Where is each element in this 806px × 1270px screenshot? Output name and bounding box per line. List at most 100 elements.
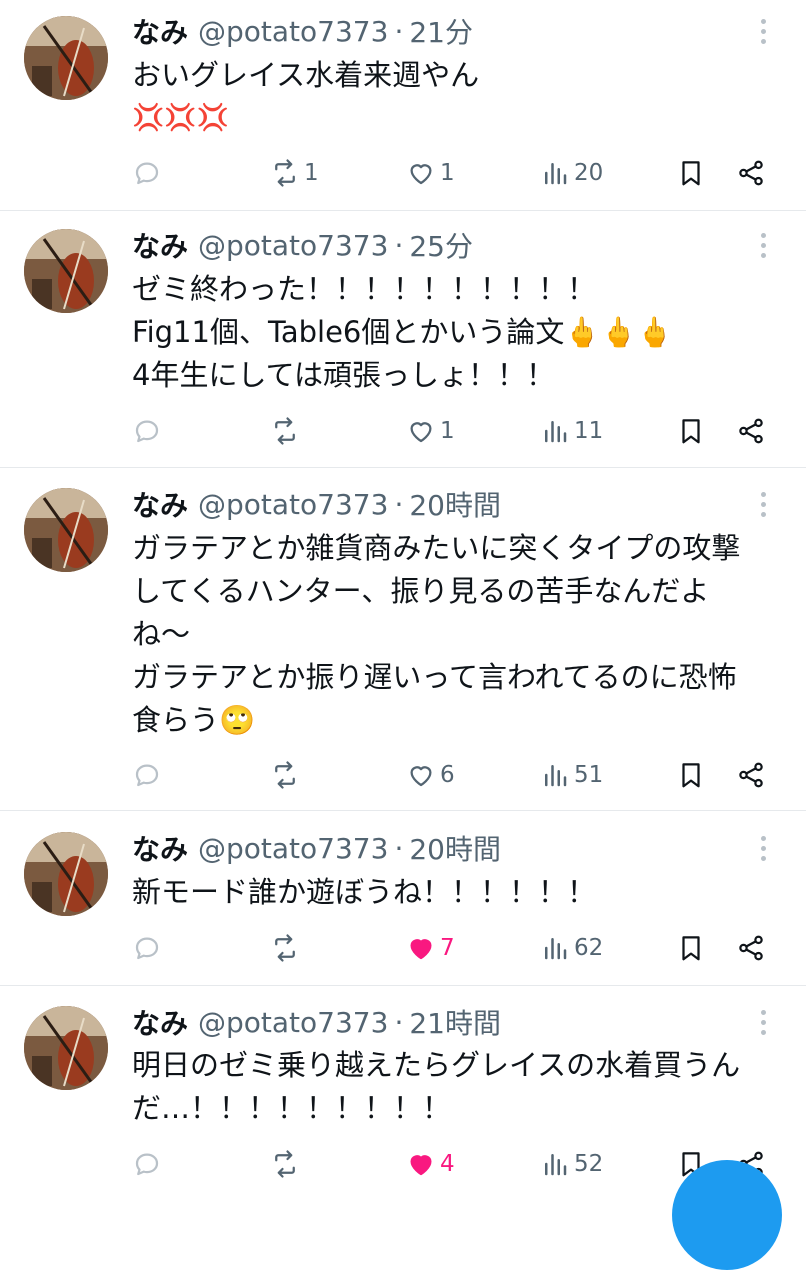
heart-icon	[410, 164, 432, 185]
heart-icon	[410, 1155, 432, 1176]
timestamp[interactable]: 21時間	[409, 1002, 501, 1042]
tweet-text-line: 新モード誰か遊ぼうね！！！！！！	[132, 875, 597, 909]
tweet[interactable]: なみ @potato7373 · 20時間 新モード誰か遊ぼうね！！！！！！ 7	[0, 811, 806, 984]
tweet-text-line: ね〜	[132, 617, 191, 651]
tweet-text-line: 食らう🙄	[132, 703, 256, 737]
tweet-text: おいグレイス水着来週やん 💢💢💢	[132, 54, 772, 140]
retweet-button[interactable]	[270, 411, 304, 451]
tweet[interactable]: なみ @potato7373 · 21分 おいグレイス水着来週やん 💢💢💢 1 …	[0, 0, 806, 210]
reply-button[interactable]	[132, 755, 162, 795]
tweet-text-line: ガラテアとか雑貨商みたいに突くタイプの攻撃	[132, 531, 741, 565]
timestamp[interactable]: 21分	[409, 11, 473, 51]
reply-button[interactable]	[132, 1144, 162, 1184]
reply-button[interactable]	[132, 928, 162, 968]
like-button[interactable]: 1	[406, 411, 455, 451]
like-count: 6	[440, 762, 455, 788]
reply-button[interactable]	[132, 411, 162, 451]
tweet-actions: 1 11	[0, 411, 806, 451]
retweet-icon	[275, 417, 295, 445]
heart-icon	[410, 939, 432, 960]
tweet[interactable]: なみ @potato7373 · 25分 ゼミ終わった！！！！！！！！！！ Fi…	[0, 211, 806, 467]
retweet-button[interactable]	[270, 928, 304, 968]
avatar[interactable]	[24, 832, 108, 916]
share-icon	[739, 935, 763, 961]
bookmark-icon	[682, 419, 700, 444]
share-button[interactable]	[736, 153, 766, 193]
avatar-image	[24, 16, 108, 100]
views-icon	[545, 765, 567, 787]
bookmark-icon	[682, 763, 700, 788]
views-button[interactable]: 62	[540, 928, 603, 968]
more-icon[interactable]	[752, 830, 774, 866]
avatar-image	[24, 229, 108, 313]
more-icon[interactable]	[752, 1004, 774, 1040]
like-button[interactable]: 6	[406, 755, 455, 795]
tweet[interactable]: なみ @potato7373 · 21時間 明日のゼミ乗り越えたらグレイスの水着…	[0, 986, 806, 1200]
timestamp[interactable]: 20時間	[409, 828, 501, 868]
tweet-actions: 1 1 20	[0, 153, 806, 193]
tweet[interactable]: なみ @potato7373 · 20時間 ガラテアとか雑貨商みたいに突くタイプ…	[0, 468, 806, 810]
author-name[interactable]: なみ	[132, 11, 188, 51]
author-handle[interactable]: @potato7373	[198, 15, 388, 48]
reply-icon	[135, 1153, 159, 1176]
bookmark-button[interactable]	[676, 411, 706, 451]
bookmark-button[interactable]	[676, 153, 706, 193]
views-button[interactable]: 52	[540, 1144, 603, 1184]
author-handle[interactable]: @potato7373	[198, 1006, 388, 1039]
retweet-button[interactable]: 1	[270, 153, 319, 193]
share-button[interactable]	[736, 928, 766, 968]
views-icon	[545, 1154, 567, 1176]
tweet-text: ガラテアとか雑貨商みたいに突くタイプの攻撃 してくるハンター、振り見るの苦手なん…	[132, 527, 772, 742]
views-button[interactable]: 51	[540, 755, 603, 795]
share-icon	[739, 160, 763, 186]
author-name[interactable]: なみ	[132, 484, 188, 524]
like-button[interactable]: 7	[406, 928, 455, 968]
views-icon	[545, 938, 567, 960]
bookmark-button[interactable]	[676, 755, 706, 795]
bookmark-button[interactable]	[676, 928, 706, 968]
tweet-text-line: 明日のゼミ乗り越えたらグレイスの水着買うん	[132, 1048, 741, 1082]
author-name[interactable]: なみ	[132, 225, 188, 265]
tweet-text: ゼミ終わった！！！！！！！！！！ Fig11個、Table6個とかいう論文🖕🖕🖕…	[132, 268, 772, 397]
timestamp[interactable]: 20時間	[409, 484, 501, 524]
views-button[interactable]: 20	[540, 153, 603, 193]
retweet-icon	[275, 761, 295, 789]
avatar[interactable]	[24, 1006, 108, 1090]
like-count: 1	[440, 418, 455, 444]
tweet-text-line: 4年生にしては頑張っしょ！！！	[132, 358, 556, 392]
share-button[interactable]	[736, 411, 766, 451]
tweet-actions: 6 51	[0, 755, 806, 795]
more-icon[interactable]	[752, 227, 774, 263]
retweet-button[interactable]	[270, 1144, 304, 1184]
avatar[interactable]	[24, 229, 108, 313]
author-handle[interactable]: @potato7373	[198, 229, 388, 262]
retweet-icon	[275, 1150, 295, 1178]
reply-icon	[135, 420, 159, 443]
compose-button[interactable]	[672, 1160, 782, 1270]
tweet-text-line: おいグレイス水着来週やん	[132, 58, 480, 92]
more-icon[interactable]	[752, 13, 774, 49]
more-icon[interactable]	[752, 486, 774, 522]
author-name[interactable]: なみ	[132, 828, 188, 868]
retweet-button[interactable]	[270, 755, 304, 795]
share-icon	[739, 418, 763, 444]
reply-icon	[135, 764, 159, 787]
author-name[interactable]: なみ	[132, 1002, 188, 1042]
tweet-text: 明日のゼミ乗り越えたらグレイスの水着買うん だ…！！！！！！！！！	[132, 1044, 772, 1130]
like-button[interactable]: 1	[406, 153, 455, 193]
tweet-text-line: してくるハンター、振り見るの苦手なんだよ	[132, 574, 710, 608]
reply-button[interactable]	[132, 153, 162, 193]
views-count: 51	[574, 762, 604, 788]
separator: ·	[394, 831, 404, 865]
separator: ·	[394, 487, 404, 521]
views-button[interactable]: 11	[540, 411, 603, 451]
timestamp[interactable]: 25分	[409, 225, 473, 265]
author-handle[interactable]: @potato7373	[198, 488, 388, 521]
like-button[interactable]: 4	[406, 1144, 455, 1184]
share-button[interactable]	[736, 755, 766, 795]
views-count: 52	[574, 1151, 604, 1177]
avatar[interactable]	[24, 488, 108, 572]
avatar[interactable]	[24, 16, 108, 100]
author-handle[interactable]: @potato7373	[198, 832, 388, 865]
separator: ·	[394, 1005, 404, 1039]
